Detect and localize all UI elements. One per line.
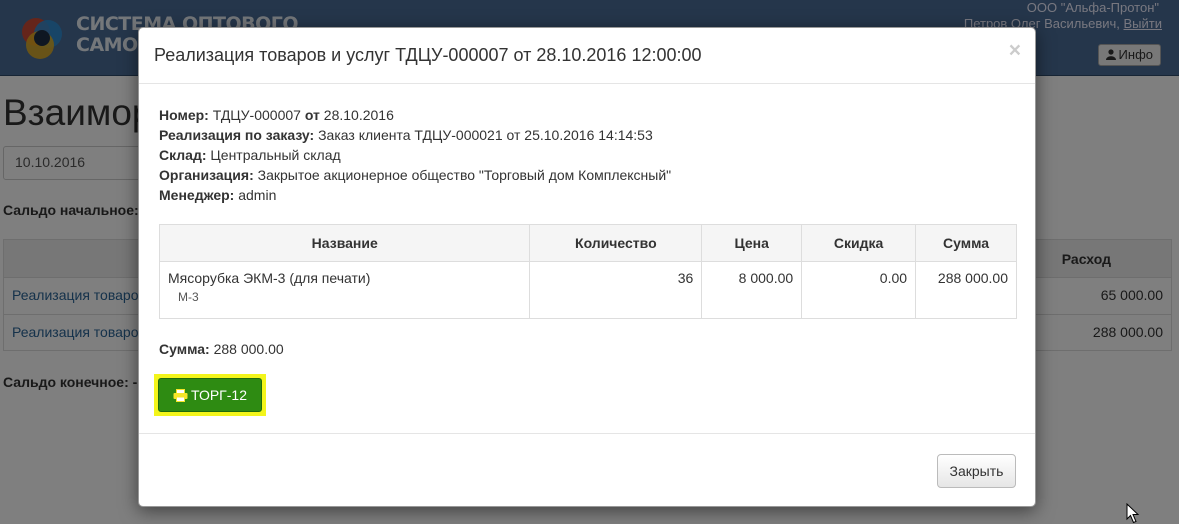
organization-value: Закрытое акционерное общество "Торговый …	[257, 167, 672, 183]
mouse-cursor-icon	[1126, 503, 1140, 524]
total-label: Сумма:	[159, 341, 210, 357]
goods-table-header: Название Количество Цена Скидка Сумма	[158, 224, 1017, 262]
manager-label: Менеджер:	[159, 187, 235, 203]
number-label: Номер:	[159, 107, 209, 123]
modal-header: Реализация товаров и услуг ТДЦУ-000007 о…	[139, 28, 1035, 84]
warehouse-label: Склад:	[159, 147, 207, 163]
warehouse-line: Склад: Центральный склад	[159, 145, 671, 165]
order-label: Реализация по заказу:	[159, 127, 315, 143]
print-button-highlight: ТОРГ-12	[154, 374, 266, 416]
print-button-label: ТОРГ-12	[191, 387, 247, 403]
column-quantity: Количество	[529, 224, 703, 262]
total-value: 288 000.00	[213, 341, 284, 357]
column-price: Цена	[701, 224, 803, 262]
column-name: Название	[158, 224, 531, 262]
manager-value: admin	[238, 187, 277, 203]
organization-line: Организация: Закрытое акционерное общест…	[159, 165, 671, 185]
number-value: ТДЦУ-000007	[212, 107, 301, 123]
order-value: Заказ клиента ТДЦУ-000021 от 25.10.2016 …	[318, 127, 653, 143]
price-cell: 8 000.00	[701, 261, 803, 319]
product-cell: Мясорубка ЭКМ-3 (для печати) М-3	[158, 261, 531, 319]
column-discount: Скидка	[801, 224, 917, 262]
discount-cell: 0.00	[801, 261, 917, 319]
sum-cell: 288 000.00	[915, 261, 1017, 319]
table-row: Мясорубка ЭКМ-3 (для печати) М-3 36 8 00…	[158, 261, 1017, 319]
document-details: Номер: ТДЦУ-000007 от 28.10.2016 Реализа…	[159, 105, 671, 205]
manager-line: Менеджер: admin	[159, 185, 671, 205]
product-article: М-3	[178, 290, 199, 304]
document-modal: Реализация товаров и услуг ТДЦУ-000007 о…	[138, 27, 1036, 507]
from-label: от	[304, 107, 320, 123]
modal-title: Реализация товаров и услуг ТДЦУ-000007 о…	[154, 45, 702, 65]
goods-table: Название Количество Цена Скидка Сумма Мя…	[158, 224, 1017, 319]
printer-icon	[173, 389, 188, 402]
order-line: Реализация по заказу: Заказ клиента ТДЦУ…	[159, 125, 671, 145]
close-button[interactable]: Закрыть	[937, 454, 1016, 488]
quantity-cell: 36	[529, 261, 703, 319]
warehouse-value: Центральный склад	[210, 147, 341, 163]
total-line: Сумма: 288 000.00	[159, 341, 284, 357]
product-name: Мясорубка ЭКМ-3 (для печати)	[168, 270, 371, 286]
column-sum: Сумма	[915, 224, 1017, 262]
date-value: 28.10.2016	[323, 107, 394, 123]
close-icon[interactable]: ×	[1009, 40, 1021, 61]
number-line: Номер: ТДЦУ-000007 от 28.10.2016	[159, 105, 671, 125]
print-torg12-button[interactable]: ТОРГ-12	[158, 378, 262, 412]
organization-label: Организация:	[159, 167, 254, 183]
modal-footer: Закрыть	[139, 433, 1035, 506]
